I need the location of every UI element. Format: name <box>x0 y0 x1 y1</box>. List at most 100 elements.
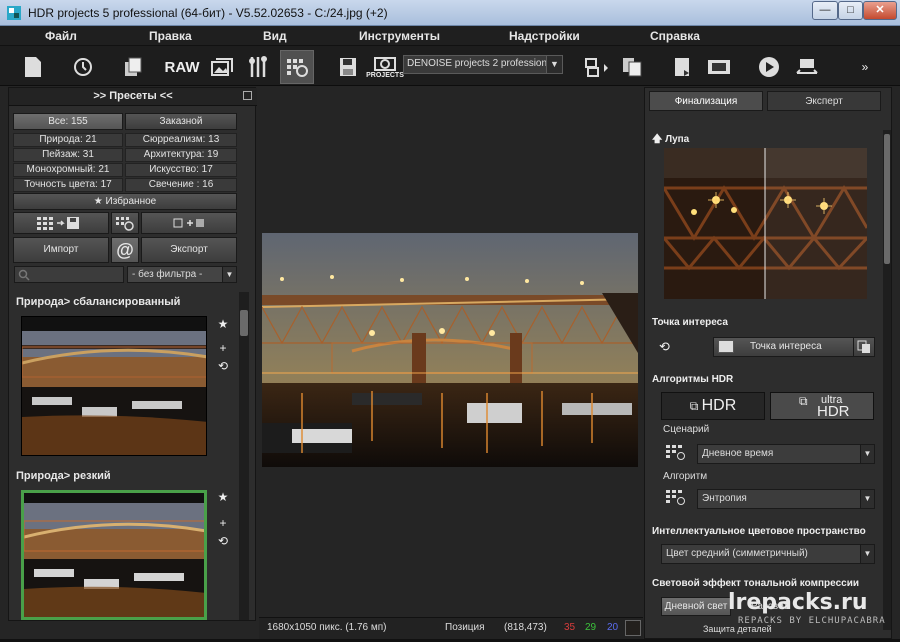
minimize-button[interactable]: — <box>812 1 838 20</box>
import-stack-icon[interactable] <box>116 50 150 84</box>
refresh-icon[interactable]: ⟲ <box>216 359 230 373</box>
daylight-button[interactable]: Дневной свет <box>661 597 731 616</box>
favorites-button[interactable]: ★ Избранное <box>13 193 237 210</box>
toolbar-more-button[interactable]: » <box>855 50 875 84</box>
loupe-preview[interactable] <box>664 148 867 299</box>
chevron-down-icon: ▼ <box>546 56 562 73</box>
hdr-icon: ⧉ <box>689 399 702 413</box>
ultra-hdr-mode-button[interactable]: ⧉ ultra HDR <box>770 392 874 420</box>
interest-copy-button[interactable] <box>853 337 875 357</box>
algorithms-title: Алгоритмы HDR <box>652 374 734 385</box>
ultra-hdr-label: HDR <box>817 403 850 420</box>
category-monochrome[interactable]: Монохромный: 21 <box>13 163 123 177</box>
settings-panel: Финализация Эксперт 🡅 Лупа Точка интерес… <box>644 87 892 639</box>
algorithm-value: Энтропия <box>702 493 747 504</box>
category-architecture[interactable]: Архитектура: 19 <box>125 148 237 162</box>
interest-point-button[interactable]: Точка интереса <box>713 337 855 357</box>
scenario-value: Дневное время <box>702 448 774 459</box>
app-window: HDR projects 5 professional (64-бит) - V… <box>0 0 900 642</box>
add-icon[interactable]: + <box>216 341 230 355</box>
red-value: 35 <box>564 622 576 633</box>
at-button[interactable]: @ <box>111 237 139 263</box>
category-surreal[interactable]: Сюрреализм: 13 <box>125 133 237 147</box>
position-value: (818,473) <box>504 622 547 633</box>
grid-save-icon <box>37 217 79 230</box>
preset-thumbnail-sharp[interactable] <box>21 490 207 620</box>
reset-icon[interactable]: ⟲ <box>659 339 675 355</box>
algorithm-select[interactable]: Энтропия ▼ <box>697 489 875 509</box>
color-space-title: Интеллектуальное цветовое пространство <box>652 526 866 537</box>
menu-edit[interactable]: Правка <box>149 29 192 43</box>
denoise-select[interactable]: DENOISE projects 2 professional ▼ <box>403 55 563 74</box>
history-icon[interactable] <box>66 50 100 84</box>
compare-icon[interactable] <box>615 50 649 84</box>
refresh-icon[interactable]: ⟲ <box>216 534 230 548</box>
filter-value: - без фильтра - <box>132 269 203 280</box>
tab-finalization[interactable]: Финализация <box>649 91 763 111</box>
tab-custom[interactable]: Заказной <box>125 113 237 130</box>
preset-grid-icon[interactable] <box>280 50 314 84</box>
loupe-image <box>664 148 867 299</box>
app-icon <box>7 6 21 20</box>
add-icon[interactable]: + <box>216 516 230 530</box>
close-button[interactable]: ✕ <box>863 1 897 20</box>
raw-icon[interactable]: RAW <box>165 50 200 84</box>
menu-file[interactable]: Файл <box>45 29 77 43</box>
favorite-star-icon[interactable]: ★ <box>216 317 230 331</box>
save-preset-button[interactable] <box>13 212 109 234</box>
color-space-select[interactable]: Цвет средний (симметричный) ▼ <box>661 544 875 564</box>
loupe-title: 🡅 Лупа <box>652 132 882 149</box>
scenario-label: Сценарий <box>663 424 710 435</box>
export-icon[interactable] <box>580 50 614 84</box>
category-glow[interactable]: Свечение : 16 <box>125 178 237 192</box>
title-bar: HDR projects 5 professional (64-бит) - V… <box>0 0 900 26</box>
scrollbar-thumb[interactable] <box>884 134 890 264</box>
filmstrip-icon[interactable] <box>702 50 736 84</box>
scenario-select[interactable]: Дневное время ▼ <box>697 444 875 464</box>
tab-expert[interactable]: Эксперт <box>767 91 881 111</box>
window-title: HDR projects 5 professional (64-бит) - V… <box>28 6 388 20</box>
image-viewport[interactable] <box>259 87 641 621</box>
maximize-button[interactable]: □ <box>838 1 863 20</box>
tab-all[interactable]: Все: 155 <box>13 113 123 130</box>
export-button[interactable]: Экспорт <box>141 237 237 263</box>
preset-settings-button[interactable] <box>111 212 139 234</box>
chevron-down-icon: ▼ <box>860 490 874 508</box>
category-color-accuracy[interactable]: Точность цвета: 17 <box>13 178 123 192</box>
chevron-down-icon: ▼ <box>860 545 874 563</box>
chevron-down-icon: ▼ <box>222 267 236 282</box>
status-bar: 1680x1050 пикс. (1.76 мп) Позиция (818,4… <box>259 617 643 639</box>
presets-scrollbar[interactable] <box>239 292 249 620</box>
import-button[interactable]: Импорт <box>13 237 109 263</box>
presets-panel: >> Пресеты << Все: 155 Заказной Природа:… <box>8 87 257 621</box>
menu-tools[interactable]: Инструменты <box>359 29 440 43</box>
main-photo[interactable] <box>262 233 638 467</box>
new-file-icon[interactable] <box>16 50 50 84</box>
menu-addons[interactable]: Надстройки <box>509 29 580 43</box>
add-preset-button[interactable] <box>141 212 237 234</box>
filter-select[interactable]: - без фильтра - ▼ <box>127 266 237 283</box>
watermark-site: lrepacks.ru <box>728 590 868 615</box>
settings-scrollbar[interactable] <box>883 130 891 630</box>
menu-help[interactable]: Справка <box>650 29 700 43</box>
hdr-mode-button[interactable]: ⧉ HDR <box>661 392 765 420</box>
scrollbar-thumb[interactable] <box>240 310 248 336</box>
category-landscape[interactable]: Пейзаж: 31 <box>13 148 123 162</box>
save-icon[interactable] <box>331 50 365 84</box>
resize-icon[interactable] <box>790 50 824 84</box>
category-nature[interactable]: Природа: 21 <box>13 133 123 147</box>
gallery-icon[interactable] <box>205 50 239 84</box>
projects-icon[interactable]: PROJECTS <box>366 50 404 84</box>
arrow-up-icon: 🡅 <box>652 134 666 145</box>
favorite-star-icon[interactable]: ★ <box>216 490 230 504</box>
print-icon[interactable] <box>666 50 700 84</box>
preset-search-input[interactable] <box>14 266 124 283</box>
green-value: 29 <box>585 622 597 633</box>
category-art[interactable]: Искусство: 17 <box>125 163 237 177</box>
menu-bar: Файл Правка Вид Инструменты Надстройки С… <box>0 26 900 46</box>
tools-icon[interactable] <box>241 50 275 84</box>
undock-icon[interactable] <box>243 91 252 100</box>
play-icon[interactable] <box>752 50 786 84</box>
preset-thumbnail-balanced[interactable] <box>21 316 207 456</box>
menu-view[interactable]: Вид <box>263 29 287 43</box>
